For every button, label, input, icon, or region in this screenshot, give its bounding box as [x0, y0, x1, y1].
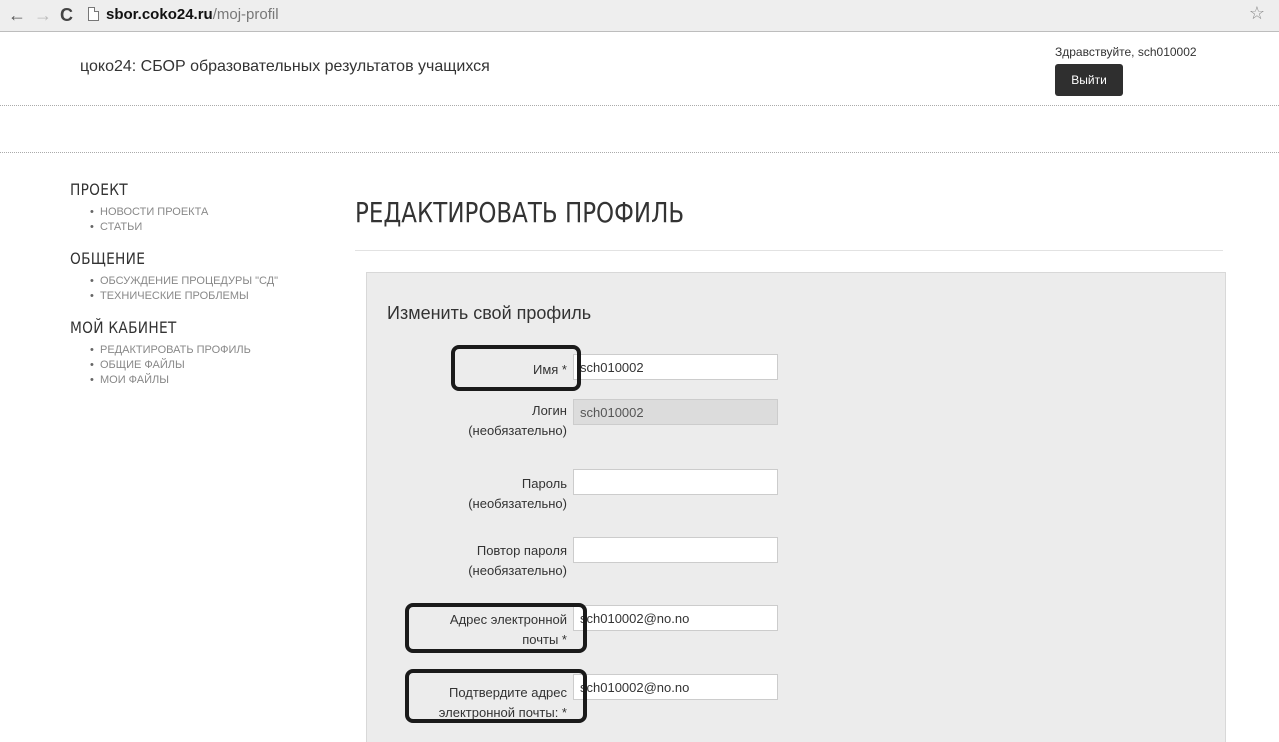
password-repeat-label-line2: (необязательно) — [468, 563, 567, 578]
sidebar-item-articles[interactable]: • СТАТЬИ — [90, 220, 350, 235]
password-repeat-field[interactable] — [573, 537, 778, 563]
logout-button[interactable]: Выйти — [1055, 64, 1123, 96]
url-host: sbor.coko24.ru — [106, 6, 213, 23]
name-field[interactable] — [573, 354, 778, 380]
highlight-box-name — [451, 345, 581, 391]
sidebar-section-project: ПРОЕКТ — [70, 180, 128, 199]
highlight-box-email-confirm — [405, 669, 587, 723]
sidebar-item-label: ТЕХНИЧЕСКИЕ ПРОБЛЕМЫ — [100, 290, 249, 302]
password-label: Пароль (необязательно) — [367, 474, 567, 514]
sidebar-item-label: НОВОСТИ ПРОЕКТА — [100, 206, 209, 218]
password-field[interactable] — [573, 469, 778, 495]
sidebar-item-label: ОБЩИЕ ФАЙЛЫ — [100, 359, 185, 371]
sidebar-item-shared-files[interactable]: • ОБЩИЕ ФАЙЛЫ — [90, 358, 350, 373]
page-icon — [88, 7, 99, 21]
password-repeat-label-line1: Повтор пароля — [476, 543, 567, 558]
title-divider — [355, 250, 1223, 251]
password-label-line2: (необязательно) — [468, 496, 567, 511]
bullet: • — [90, 344, 94, 356]
password-label-line1: Пароль — [521, 476, 567, 491]
sidebar-item-edit-profile[interactable]: • РЕДАКТИРОВАТЬ ПРОФИЛЬ — [90, 343, 350, 358]
sidebar-item-label: ОБСУЖДЕНИЕ ПРОЦЕДУРЫ "СД" — [100, 275, 279, 287]
forward-arrow-icon[interactable]: → — [34, 4, 52, 26]
sidebar-item-technical-problems[interactable]: • ТЕХНИЧЕСКИЕ ПРОБЛЕМЫ — [90, 289, 350, 304]
bullet: • — [90, 374, 94, 386]
login-label-line2: (необязательно) — [468, 423, 567, 438]
form-heading: Изменить свой профиль — [387, 303, 592, 323]
password-repeat-label: Повтор пароля (необязательно) — [367, 541, 567, 581]
email-confirm-field[interactable] — [573, 674, 778, 700]
highlight-box-email — [405, 603, 587, 653]
site-title: цоко24: СБОР образовательных результатов… — [80, 58, 490, 75]
bullet: • — [90, 359, 94, 371]
sidebar-section-communication: ОБЩЕНИЕ — [70, 249, 146, 268]
back-arrow-icon[interactable]: ← — [8, 4, 26, 26]
header-divider — [0, 105, 1279, 106]
user-greeting: Здравствуйте, sch010002 — [1055, 45, 1197, 59]
url-path: /moj-profil — [212, 6, 279, 23]
sidebar-item-project-news[interactable]: • НОВОСТИ ПРОЕКТА — [90, 205, 350, 220]
bullet: • — [90, 275, 94, 287]
reload-icon[interactable]: C — [60, 4, 73, 26]
login-label: Логин (необязательно) — [367, 401, 567, 441]
sidebar-item-my-files[interactable]: • МОИ ФАЙЛЫ — [90, 373, 350, 388]
email-field[interactable] — [573, 605, 778, 631]
page-title: РЕДАКТИРОВАТЬ ПРОФИЛЬ — [355, 196, 685, 229]
sidebar-item-label: МОИ ФАЙЛЫ — [100, 374, 170, 386]
sidebar-item-procedure-discussion[interactable]: • ОБСУЖДЕНИЕ ПРОЦЕДУРЫ "СД" — [90, 274, 350, 289]
bullet: • — [90, 221, 94, 233]
profile-form: Изменить свой профиль Имя * Логин (необя… — [366, 272, 1226, 742]
header-divider-lower — [0, 152, 1279, 153]
bullet: • — [90, 290, 94, 302]
login-field — [573, 399, 778, 425]
bookmark-star-icon[interactable]: ☆ — [1249, 3, 1265, 24]
sidebar-item-label: СТАТЬИ — [100, 221, 143, 233]
bullet: • — [90, 206, 94, 218]
address-bar[interactable]: sbor.coko24.ru/moj-profil — [106, 6, 279, 24]
sidebar-item-label: РЕДАКТИРОВАТЬ ПРОФИЛЬ — [100, 344, 251, 356]
browser-toolbar: ← → C sbor.coko24.ru/moj-profil ☆ — [0, 0, 1279, 32]
sidebar: ПРОЕКТ • НОВОСТИ ПРОЕКТА • СТАТЬИ ОБЩЕНИЕ … — [70, 180, 350, 402]
login-label-line1: Логин — [532, 403, 567, 418]
sidebar-section-my-cabinet: МОЙ КАБИНЕТ — [70, 318, 177, 337]
